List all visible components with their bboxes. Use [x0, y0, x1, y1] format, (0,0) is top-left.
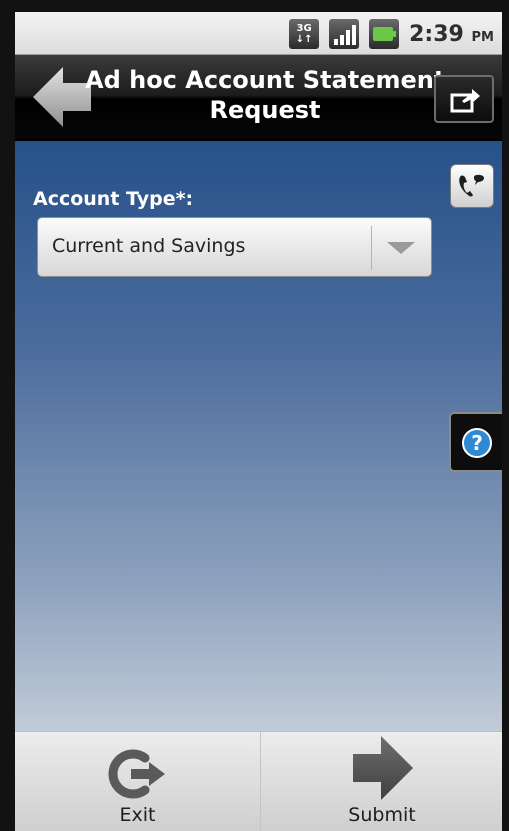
submit-button[interactable]: Submit [260, 732, 502, 831]
help-button[interactable]: ? [449, 412, 502, 472]
back-button[interactable] [33, 67, 91, 127]
share-icon [450, 89, 480, 113]
arrow-right-icon [353, 736, 413, 800]
contact-support-icon [459, 174, 484, 197]
form-area: Account Type*: Current and Savings ? [15, 141, 502, 731]
share-button[interactable] [434, 75, 494, 123]
exit-icon [108, 749, 165, 799]
submit-label: Submit [348, 804, 416, 826]
help-icon: ? [462, 428, 492, 458]
device-frame-top [0, 0, 509, 12]
page-title: Ad hoc Account Statement Request [85, 65, 445, 125]
page-title-line-2: Request [209, 96, 321, 124]
select-divider [371, 226, 372, 270]
status-bar: 3G ↓↑ 2:39 PM [15, 12, 502, 55]
title-bar: Ad hoc Account Statement Request [15, 55, 502, 141]
account-type-label: Account Type*: [33, 188, 194, 210]
status-icons: 3G ↓↑ 2:39 PM [289, 19, 494, 49]
battery-icon [369, 19, 400, 49]
status-clock: 2:39 PM [409, 22, 494, 47]
exit-label: Exit [119, 804, 156, 826]
signal-strength-icon [329, 19, 360, 49]
account-type-select[interactable]: Current and Savings [37, 217, 432, 277]
account-type-value: Current and Savings [52, 235, 246, 257]
network-type-label: 3G [296, 23, 312, 34]
network-activity-label: ↓↑ [295, 34, 313, 45]
app-screen: 3G ↓↑ 2:39 PM Ad hoc Account Statement R… [0, 0, 509, 831]
exit-button[interactable]: Exit [15, 732, 260, 831]
3g-icon: 3G ↓↑ [289, 19, 320, 49]
bottom-action-bar: Exit Submit [15, 731, 502, 831]
back-arrow-icon [33, 67, 91, 127]
clock-ampm: PM [471, 29, 494, 45]
device-frame-left [0, 0, 15, 831]
clock-time: 2:39 [409, 21, 464, 47]
device-frame-right [502, 0, 509, 831]
contact-support-button[interactable] [450, 164, 494, 208]
page-title-line-1: Ad hoc Account Statement [85, 66, 446, 94]
chevron-down-icon [387, 242, 415, 254]
